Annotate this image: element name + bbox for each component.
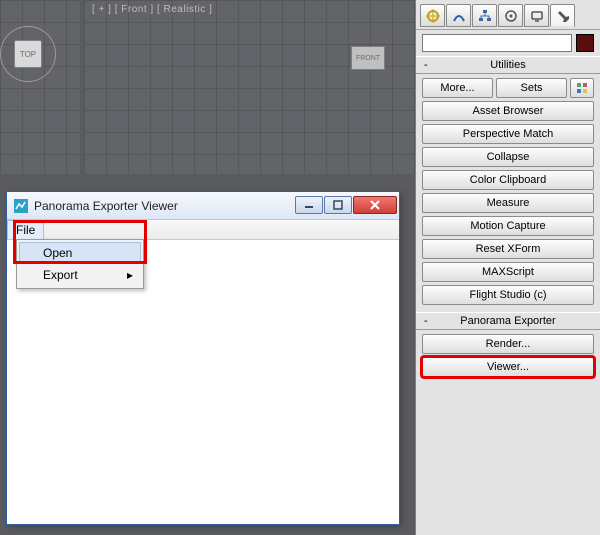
file-menu-dropdown: Open Export ▸ (16, 239, 144, 289)
window-close-button[interactable] (353, 196, 397, 214)
menubar: File (7, 220, 399, 240)
tab-motion[interactable] (498, 4, 523, 27)
tab-utilities[interactable] (550, 4, 575, 27)
sets-button[interactable]: Sets (496, 78, 567, 98)
tab-modify[interactable] (446, 4, 471, 27)
utility-flight-studio[interactable]: Flight Studio (c) (422, 285, 594, 305)
pano-viewer-button[interactable]: Viewer... (422, 357, 594, 377)
utility-maxscript[interactable]: MAXScript (422, 262, 594, 282)
tab-create[interactable] (420, 4, 445, 27)
utility-reset-xform[interactable]: Reset XForm (422, 239, 594, 259)
utility-perspective-match[interactable]: Perspective Match (422, 124, 594, 144)
rollout-pano-title: Panorama Exporter (460, 315, 555, 327)
submenu-arrow-icon: ▸ (127, 268, 133, 282)
name-color-row (416, 30, 600, 56)
app-icon (13, 198, 29, 214)
panel-tab-row (416, 0, 600, 30)
utility-measure[interactable]: Measure (422, 193, 594, 213)
window-title: Panorama Exporter Viewer (34, 199, 294, 213)
tab-hierarchy[interactable] (472, 4, 497, 27)
window-titlebar[interactable]: Panorama Exporter Viewer (7, 192, 399, 220)
menu-item-export-label: Export (43, 268, 78, 282)
pano-render-button[interactable]: Render... (422, 334, 594, 354)
menu-item-export[interactable]: Export ▸ (19, 264, 141, 286)
collapse-icon: - (424, 315, 428, 327)
rollout-pano-body: Render... Viewer... (416, 330, 600, 384)
rollout-utilities-header[interactable]: - Utilities (416, 56, 600, 74)
rollout-utilities-title: Utilities (490, 59, 525, 71)
panorama-viewer-window: Panorama Exporter Viewer File Open Expor… (6, 191, 400, 525)
utility-collapse[interactable]: Collapse (422, 147, 594, 167)
viewport-front[interactable]: [ + ] [ Front ] [ Realistic ] FRONT (84, 0, 415, 174)
rollout-pano-header[interactable]: - Panorama Exporter (416, 312, 600, 330)
configure-button[interactable] (570, 78, 594, 98)
menu-file[interactable]: File (7, 220, 44, 239)
utility-color-clipboard[interactable]: Color Clipboard (422, 170, 594, 190)
viewport-front-label[interactable]: [ + ] [ Front ] [ Realistic ] (92, 4, 212, 15)
viewport-top[interactable]: TOP (0, 0, 80, 174)
tab-display[interactable] (524, 4, 549, 27)
window-minimize-button[interactable] (295, 196, 323, 214)
more-button[interactable]: More... (422, 78, 493, 98)
window-maximize-button[interactable] (324, 196, 352, 214)
viewcube-front[interactable]: FRONT (351, 46, 385, 70)
command-panel: - Utilities More... Sets Asset Browser P… (415, 0, 600, 535)
menu-item-open[interactable]: Open (19, 242, 141, 264)
rollout-utilities-body: More... Sets Asset Browser Perspective M… (416, 74, 600, 312)
object-name-input[interactable] (422, 34, 572, 52)
utility-asset-browser[interactable]: Asset Browser (422, 101, 594, 121)
object-color-swatch[interactable] (576, 34, 594, 52)
utility-motion-capture[interactable]: Motion Capture (422, 216, 594, 236)
viewcube-top[interactable]: TOP (14, 40, 42, 68)
collapse-icon: - (424, 59, 428, 71)
